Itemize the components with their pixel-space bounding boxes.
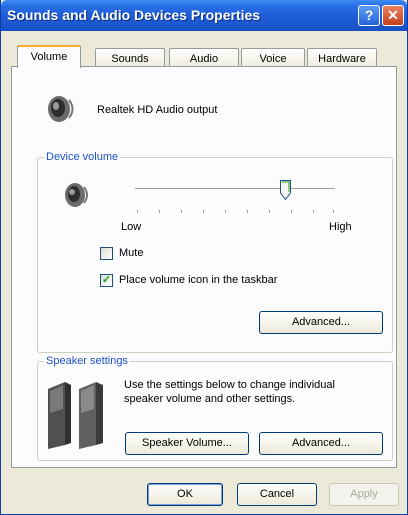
speaker-icon <box>48 96 74 122</box>
close-button[interactable]: ✕ <box>382 5 404 26</box>
ok-button[interactable]: OK <box>147 483 223 506</box>
volume-slider-track[interactable] <box>135 188 335 191</box>
speaker-settings-description: Use the settings below to change individ… <box>124 379 335 405</box>
properties-window: Sounds and Audio Devices Properties ? ✕ … <box>0 0 408 515</box>
tab-volume[interactable]: Volume <box>17 45 81 68</box>
volume-speaker-icon <box>65 183 88 207</box>
slider-tick <box>291 210 292 213</box>
speaker-settings-group-label: Speaker settings <box>44 355 130 367</box>
slider-tick <box>333 210 334 213</box>
apply-button[interactable]: Apply <box>329 483 399 506</box>
speaker-advanced-button[interactable]: Advanced... <box>259 432 383 455</box>
taskbar-icon-checkbox[interactable]: ✓ <box>100 274 113 287</box>
help-button[interactable]: ? <box>358 5 380 26</box>
device-advanced-button[interactable]: Advanced... <box>259 311 383 334</box>
device-name: Realtek HD Audio output <box>97 104 218 116</box>
window-title: Sounds and Audio Devices Properties <box>7 7 261 23</box>
volume-high-label: High <box>329 221 352 233</box>
volume-slider-thumb[interactable] <box>280 180 291 200</box>
slider-tick <box>159 210 160 213</box>
slider-tick <box>225 210 226 213</box>
speaker-volume-button[interactable]: Speaker Volume... <box>125 432 249 455</box>
title-bar[interactable]: Sounds and Audio Devices Properties ? ✕ <box>1 0 407 31</box>
slider-tick <box>203 210 204 213</box>
volume-low-label: Low <box>121 221 142 233</box>
slider-tick <box>137 210 138 213</box>
cancel-button[interactable]: Cancel <box>237 483 317 506</box>
slider-tick <box>181 210 182 213</box>
mute-checkbox[interactable] <box>100 247 113 260</box>
mute-label: Mute <box>119 247 144 259</box>
device-volume-group-label: Device volume <box>44 151 121 163</box>
speakers-icon <box>48 382 103 449</box>
taskbar-icon-label: Place volume icon in the taskbar <box>119 274 278 286</box>
slider-tick <box>269 210 270 213</box>
slider-tick <box>313 210 314 213</box>
slider-tick <box>247 210 248 213</box>
